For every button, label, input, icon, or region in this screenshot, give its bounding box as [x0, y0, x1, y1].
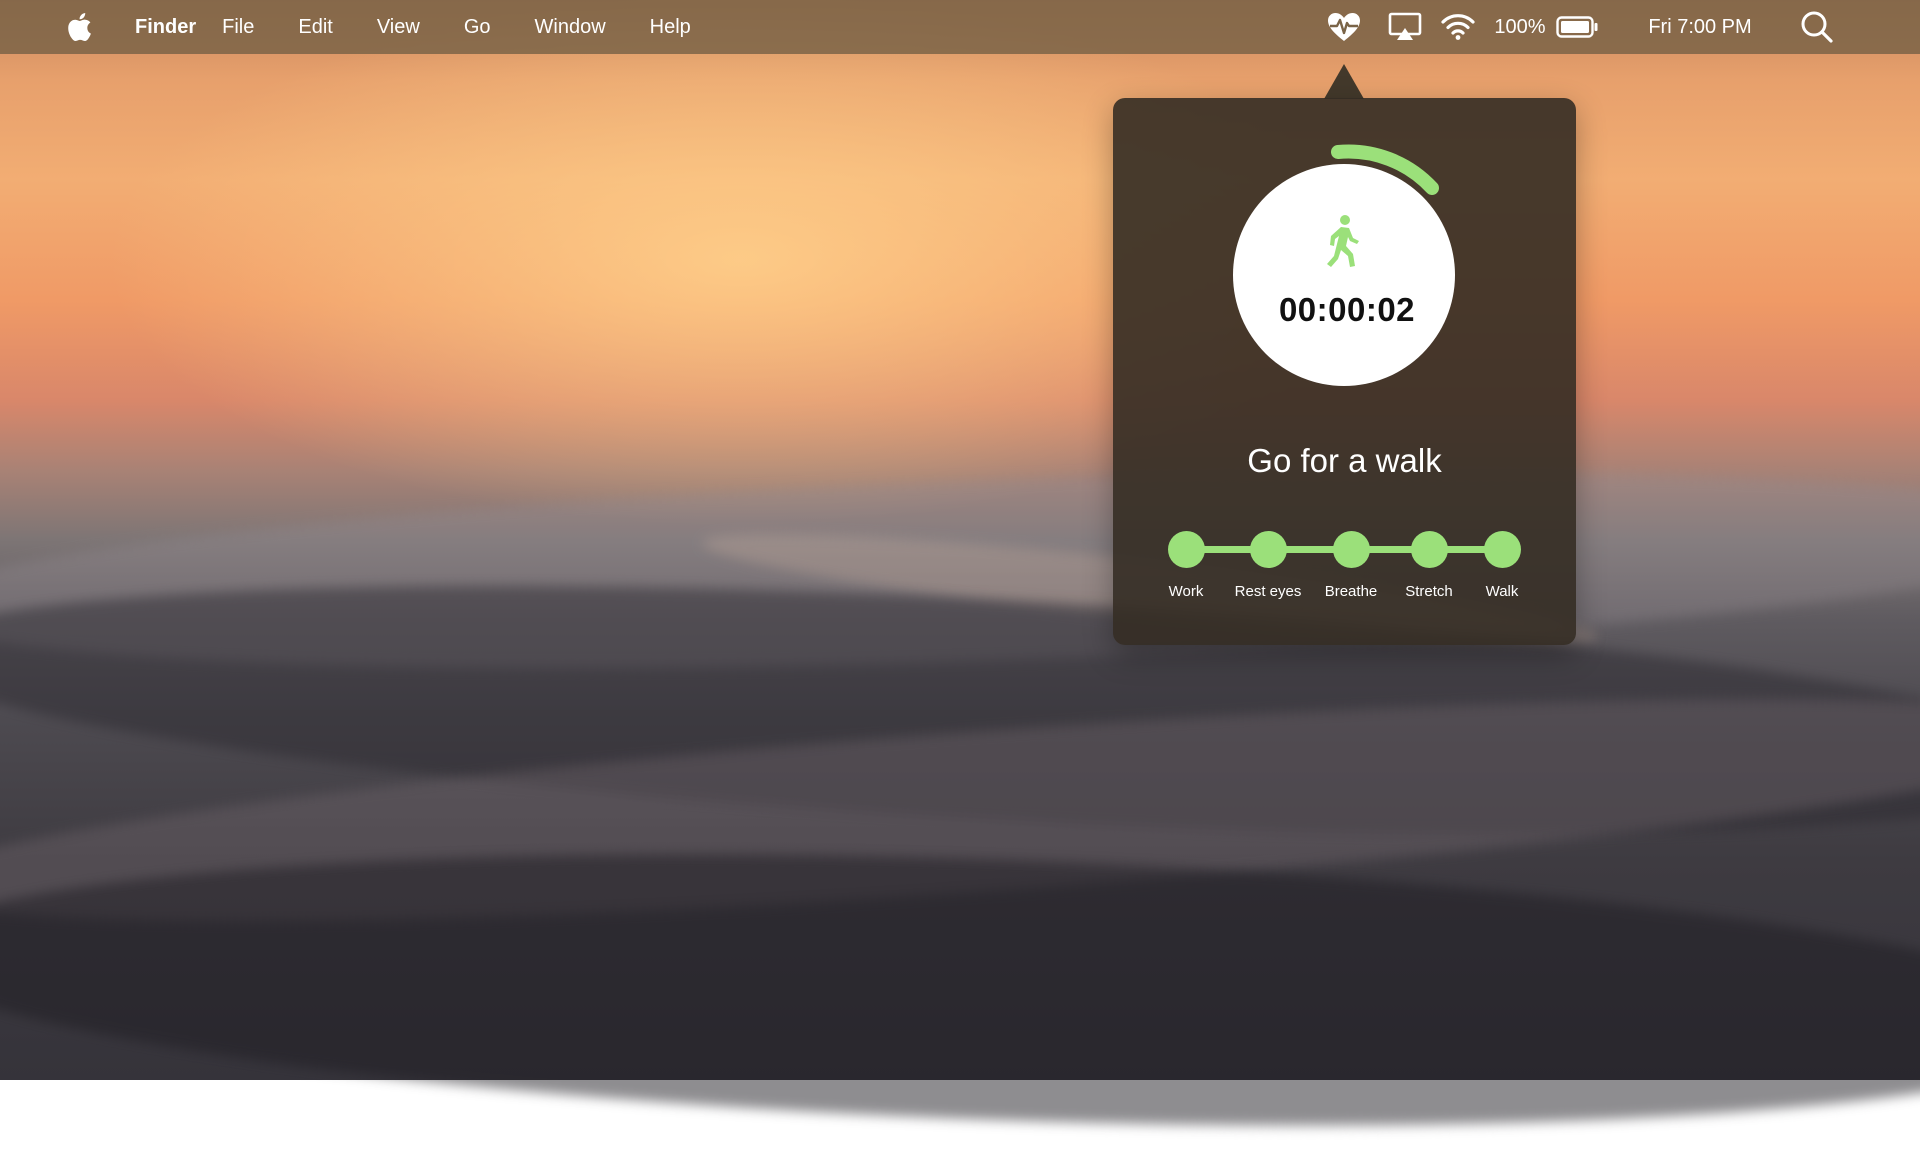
wifi-icon[interactable]: [1440, 0, 1476, 54]
menu-help[interactable]: Help: [650, 16, 691, 39]
menu-file[interactable]: File: [222, 16, 254, 39]
airplay-icon[interactable]: [1387, 0, 1423, 54]
step-dot-breathe[interactable]: [1333, 531, 1370, 568]
menu-go[interactable]: Go: [464, 16, 491, 39]
heart-pulse-icon[interactable]: [1325, 0, 1363, 54]
menu-bar: Finder File Edit View Go Window Help 100…: [0, 0, 1920, 54]
wallpaper-wave: [0, 821, 1920, 1158]
activity-title: Go for a walk: [1247, 442, 1442, 479]
step-dot-rest-eyes[interactable]: [1250, 531, 1287, 568]
walking-person-icon: [1327, 215, 1359, 267]
menu-window[interactable]: Window: [535, 16, 606, 39]
timer-display: 00:00:02: [1278, 291, 1416, 328]
step-dot-walk[interactable]: [1484, 531, 1521, 568]
battery-full-icon[interactable]: [1556, 0, 1598, 54]
menu-clock[interactable]: Fri 7:00 PM: [1640, 0, 1760, 54]
step-dot-stretch[interactable]: [1411, 531, 1448, 568]
apple-logo-icon[interactable]: [66, 13, 92, 41]
menu-app-name[interactable]: Finder: [135, 16, 196, 39]
menu-edit[interactable]: Edit: [298, 16, 332, 39]
battery-percent: 100%: [1494, 15, 1546, 38]
menu-view[interactable]: View: [377, 16, 420, 39]
step-dot-work[interactable]: [1168, 531, 1205, 568]
timer-circle: [1233, 164, 1455, 386]
step-label-walk: Walk: [1485, 583, 1519, 600]
popover-arrow: [1324, 64, 1364, 99]
spotlight-search-icon[interactable]: [1798, 0, 1836, 54]
desktop-wallpaper: [0, 0, 1920, 1158]
